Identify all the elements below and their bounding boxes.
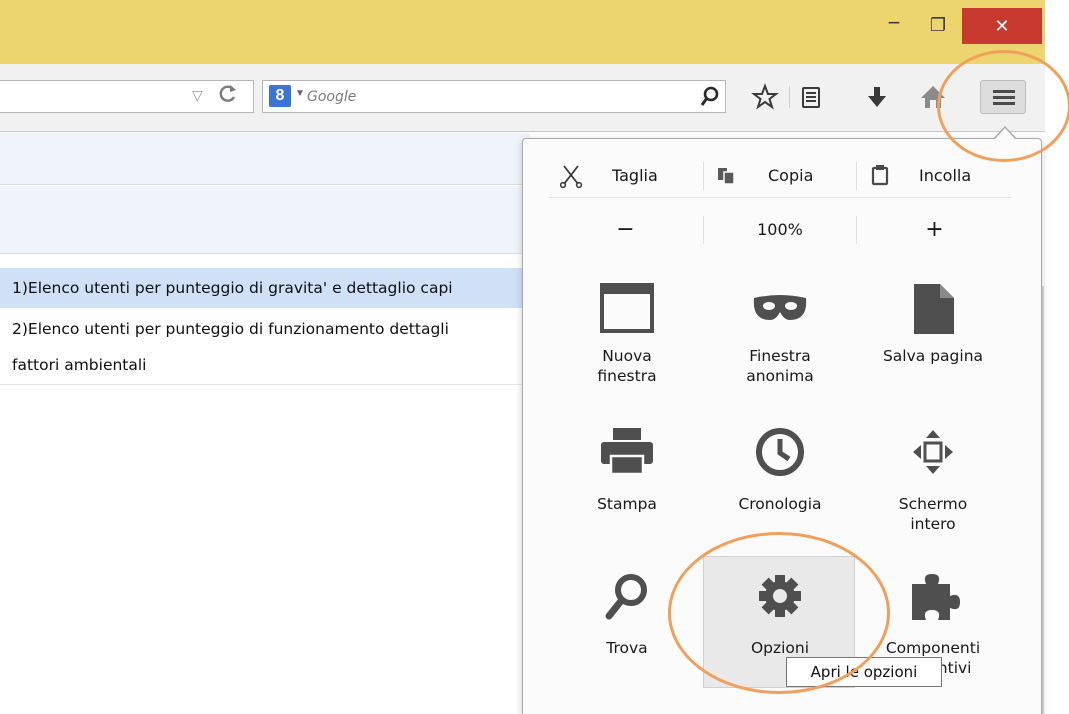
bookmark-star-icon[interactable]: [750, 82, 780, 112]
save-page-label: Salva pagina: [882, 347, 984, 365]
copy-label: Copia: [768, 166, 814, 185]
new-window-label: Nuova finestra: [597, 347, 657, 385]
private-window-label: Finestra anonima: [746, 347, 814, 385]
row-divider: [0, 384, 530, 385]
search-engine-dropdown-icon[interactable]: ▼: [295, 88, 305, 99]
report-link-2[interactable]: 2)Elenco utenti per punteggio di funzion…: [12, 320, 530, 338]
search-engine-icon[interactable]: 8: [269, 85, 291, 107]
toolbar-separator: [789, 86, 790, 108]
search-input[interactable]: [307, 85, 687, 109]
private-mask-icon: [753, 295, 807, 320]
maximize-button[interactable]: ❐: [918, 8, 958, 42]
new-window-icon: [600, 283, 654, 333]
save-page-icon: [914, 284, 954, 334]
title-bar: − ❐ ✕: [0, 0, 1069, 64]
clipboard-icon: [871, 165, 889, 186]
highlight-circle-options: [668, 532, 890, 694]
history-label: Cronologia: [738, 495, 822, 513]
reload-icon[interactable]: [218, 83, 238, 111]
zoom-controls-row: − 100% +: [548, 208, 1012, 252]
save-page-button[interactable]: Salva pagina: [858, 282, 1008, 410]
zoom-reset-button[interactable]: 100%: [704, 208, 856, 252]
minimize-button[interactable]: −: [874, 8, 914, 42]
fullscreen-icon: [913, 430, 953, 474]
content-subheader-band: [0, 186, 530, 254]
private-window-button[interactable]: Finestra anonima: [705, 282, 855, 410]
highlight-circle-menu: [937, 50, 1069, 162]
scissors-icon: [560, 165, 583, 188]
print-icon: [601, 428, 653, 476]
print-label: Stampa: [597, 495, 657, 513]
download-arrow-icon[interactable]: [862, 82, 892, 112]
find-icon: [605, 574, 647, 620]
url-bar[interactable]: ▽: [0, 80, 254, 113]
report-link-2-continued[interactable]: fattori ambientali: [12, 356, 530, 374]
copy-button[interactable]: Copia: [704, 154, 856, 198]
addons-puzzle-icon: [912, 574, 960, 620]
close-window-button[interactable]: ✕: [962, 8, 1042, 44]
print-button[interactable]: Stampa: [552, 426, 702, 554]
cut-button[interactable]: Taglia: [548, 154, 703, 198]
content-header-band: [0, 133, 530, 185]
navigation-toolbar: ▽ 8 ▼: [0, 64, 1045, 132]
paste-label: Incolla: [919, 166, 972, 185]
cut-label: Taglia: [612, 166, 658, 185]
fullscreen-label: Schermo intero: [898, 495, 968, 533]
history-clock-icon: [756, 428, 804, 476]
fullscreen-button[interactable]: Schermo intero: [858, 426, 1008, 554]
report-link-1[interactable]: 1)Elenco utenti per punteggio di gravita…: [0, 268, 530, 308]
search-magnifier-icon[interactable]: [699, 85, 721, 109]
url-history-dropdown-icon[interactable]: ▽: [192, 87, 203, 104]
bookmarks-menu-icon[interactable]: [796, 82, 826, 112]
new-window-button[interactable]: Nuova finestra: [552, 282, 702, 410]
zoom-in-button[interactable]: +: [857, 208, 1012, 252]
edit-controls-row: Taglia Copia Incolla: [548, 154, 1012, 198]
copy-icon: [718, 168, 735, 185]
zoom-out-button[interactable]: −: [548, 208, 703, 252]
search-bar[interactable]: 8 ▼: [262, 80, 726, 113]
